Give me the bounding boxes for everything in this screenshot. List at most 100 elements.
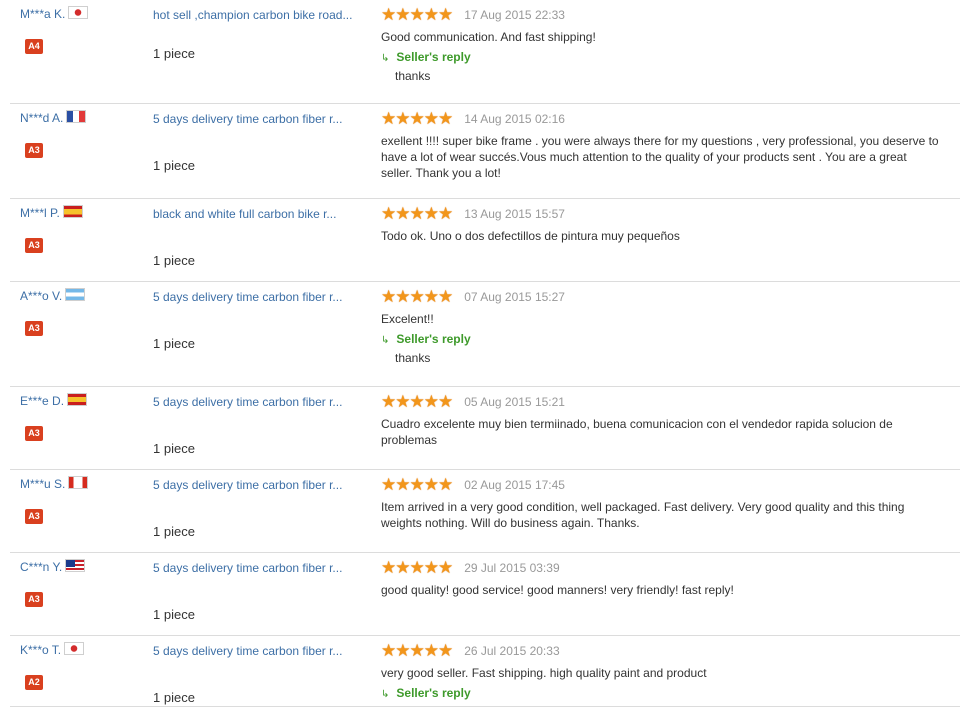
review: ★★★★★ 05 Aug 2015 15:21 Cuadro excelente m… (381, 393, 941, 448)
reply-arrow-icon: ↳ (381, 689, 390, 700)
buyer-info: M***l P. (20, 205, 83, 220)
buyer-info: M***a K. (20, 6, 89, 21)
star-rating-icon: ★★★★★ (381, 5, 453, 24)
review-comment: Good communication. And fast shipping! (381, 30, 596, 44)
feedback-row: M***u S. A3 5 days delivery time carbon fi… (10, 470, 960, 553)
buyer-level-badge: A3 (25, 321, 43, 336)
product-link[interactable]: black and white full carbon bike r... (153, 207, 363, 221)
feedback-row: N***d A. A3 5 days delivery time carbon fi… (10, 104, 960, 199)
flag-argentina-icon (65, 288, 86, 301)
star-rating-icon: ★★★★★ (381, 204, 453, 223)
review: ★★★★★ 13 Aug 2015 15:57 Todo ok. Uno o dos… (381, 205, 941, 244)
star-rating-icon: ★★★★★ (381, 392, 453, 411)
star-rating-icon: ★★★★★ (381, 641, 453, 660)
rating-line: ★★★★★ 26 Jul 2015 20:33 (381, 642, 941, 660)
flag-france-icon (66, 110, 87, 123)
review: ★★★★★ 14 Aug 2015 02:16 exellent !!!! supe… (381, 110, 941, 181)
buyer-name: M***u S. (20, 477, 66, 491)
rating-line: ★★★★★ 17 Aug 2015 22:33 (381, 6, 941, 24)
product-link[interactable]: hot sell ,champion carbon bike road... (153, 8, 363, 22)
star-rating-icon: ★★★★★ (381, 109, 453, 128)
seller-reply-label: Seller's reply (396, 686, 471, 700)
buyer-name: K***o T. (20, 643, 62, 657)
buyer-level-badge: A3 (25, 592, 43, 607)
review-date: 13 Aug 2015 15:57 (464, 207, 565, 221)
seller-reply-label: Seller's reply (396, 332, 471, 346)
reply-arrow-icon: ↳ (381, 335, 390, 346)
quantity: 1 piece (153, 336, 195, 351)
rating-line: ★★★★★ 13 Aug 2015 15:57 (381, 205, 941, 223)
review: ★★★★★ 29 Jul 2015 03:39 good quality! good… (381, 559, 941, 598)
review-date: 07 Aug 2015 15:27 (464, 290, 565, 304)
product-link[interactable]: 5 days delivery time carbon fiber r... (153, 290, 363, 304)
buyer-name: M***l P. (20, 206, 60, 220)
quantity: 1 piece (153, 253, 195, 268)
star-rating-icon: ★★★★★ (381, 475, 453, 494)
review-date: 17 Aug 2015 22:33 (464, 8, 565, 22)
review-comment: Item arrived in a very good condition, w… (381, 500, 905, 530)
buyer-level-badge: A2 (25, 675, 43, 690)
rating-line: ★★★★★ 07 Aug 2015 15:27 (381, 288, 941, 306)
quantity: 1 piece (153, 46, 195, 61)
quantity: 1 piece (153, 158, 195, 173)
product-link[interactable]: 5 days delivery time carbon fiber r... (153, 112, 363, 126)
rating-line: ★★★★★ 02 Aug 2015 17:45 (381, 476, 941, 494)
review: ★★★★★ 26 Jul 2015 20:33 very good seller. … (381, 642, 941, 701)
buyer-name: A***o V. (20, 289, 63, 303)
buyer-name: M***a K. (20, 7, 66, 21)
feedback-row: C***n Y. A3 5 days delivery time carbon fi… (10, 553, 960, 636)
review-date: 05 Aug 2015 15:21 (464, 395, 565, 409)
product-link[interactable]: 5 days delivery time carbon fiber r... (153, 395, 363, 409)
buyer-info: K***o T. (20, 642, 85, 657)
rating-line: ★★★★★ 05 Aug 2015 15:21 (381, 393, 941, 411)
quantity: 1 piece (153, 524, 195, 539)
reply-arrow-icon: ↳ (381, 53, 390, 64)
feedback-row: M***a K. A4 hot sell ,champion carbon bike… (10, 0, 960, 104)
review-comment: very good seller. Fast shipping. high qu… (381, 666, 707, 680)
buyer-level-badge: A3 (25, 238, 43, 253)
buyer-level-badge: A3 (25, 509, 43, 524)
flag-japan-icon (68, 6, 89, 19)
buyer-level-badge: A3 (25, 143, 43, 158)
review: ★★★★★ 02 Aug 2015 17:45 Item arrived in a … (381, 476, 941, 531)
quantity: 1 piece (153, 690, 195, 705)
rating-line: ★★★★★ 14 Aug 2015 02:16 (381, 110, 941, 128)
review: ★★★★★ 07 Aug 2015 15:27 Excelent!! ↳ Seller'… (381, 288, 941, 366)
seller-reply-text: thanks (395, 351, 431, 365)
buyer-info: N***d A. (20, 110, 87, 125)
feedback-row: E***e D. A3 5 days delivery time carbon fi… (10, 387, 960, 470)
buyer-name: N***d A. (20, 111, 64, 125)
product-link[interactable]: 5 days delivery time carbon fiber r... (153, 644, 363, 658)
feedback-list: M***a K. A4 hot sell ,champion carbon bike… (0, 0, 979, 707)
buyer-info: E***e D. (20, 393, 88, 408)
review-date: 29 Jul 2015 03:39 (464, 561, 560, 575)
seller-reply-heading: ↳ Seller's reply (381, 50, 941, 64)
review-comment: exellent !!!! super bike frame . you wer… (381, 134, 939, 180)
star-rating-icon: ★★★★★ (381, 558, 453, 577)
review-date: 02 Aug 2015 17:45 (464, 478, 565, 492)
buyer-info: A***o V. (20, 288, 86, 303)
seller-reply-heading: ↳ Seller's reply (381, 332, 941, 346)
product-link[interactable]: 5 days delivery time carbon fiber r... (153, 478, 363, 492)
review-date: 14 Aug 2015 02:16 (464, 112, 565, 126)
seller-reply-heading: ↳ Seller's reply (381, 686, 941, 700)
flag-malaysia-icon (65, 559, 86, 572)
feedback-row: M***l P. A3 black and white full carbon bi… (10, 199, 960, 282)
product-link[interactable]: 5 days delivery time carbon fiber r... (153, 561, 363, 575)
review-comment: Excelent!! (381, 312, 434, 326)
review: ★★★★★ 17 Aug 2015 22:33 Good communication… (381, 6, 941, 84)
seller-reply-text: thanks (395, 69, 431, 83)
buyer-level-badge: A3 (25, 426, 43, 441)
seller-reply-label: Seller's reply (396, 50, 471, 64)
flag-spain-icon (67, 393, 88, 406)
quantity: 1 piece (153, 607, 195, 622)
flag-canada-icon (68, 476, 89, 489)
feedback-row: K***o T. A2 5 days delivery time carbon fi… (10, 636, 960, 707)
review-comment: good quality! good service! good manners… (381, 583, 734, 597)
buyer-name: C***n Y. (20, 560, 63, 574)
buyer-level-badge: A4 (25, 39, 43, 54)
buyer-info: C***n Y. (20, 559, 86, 574)
review-date: 26 Jul 2015 20:33 (464, 644, 560, 658)
review-comment: Cuadro excelente muy bien termiinado, bu… (381, 417, 893, 447)
rating-line: ★★★★★ 29 Jul 2015 03:39 (381, 559, 941, 577)
